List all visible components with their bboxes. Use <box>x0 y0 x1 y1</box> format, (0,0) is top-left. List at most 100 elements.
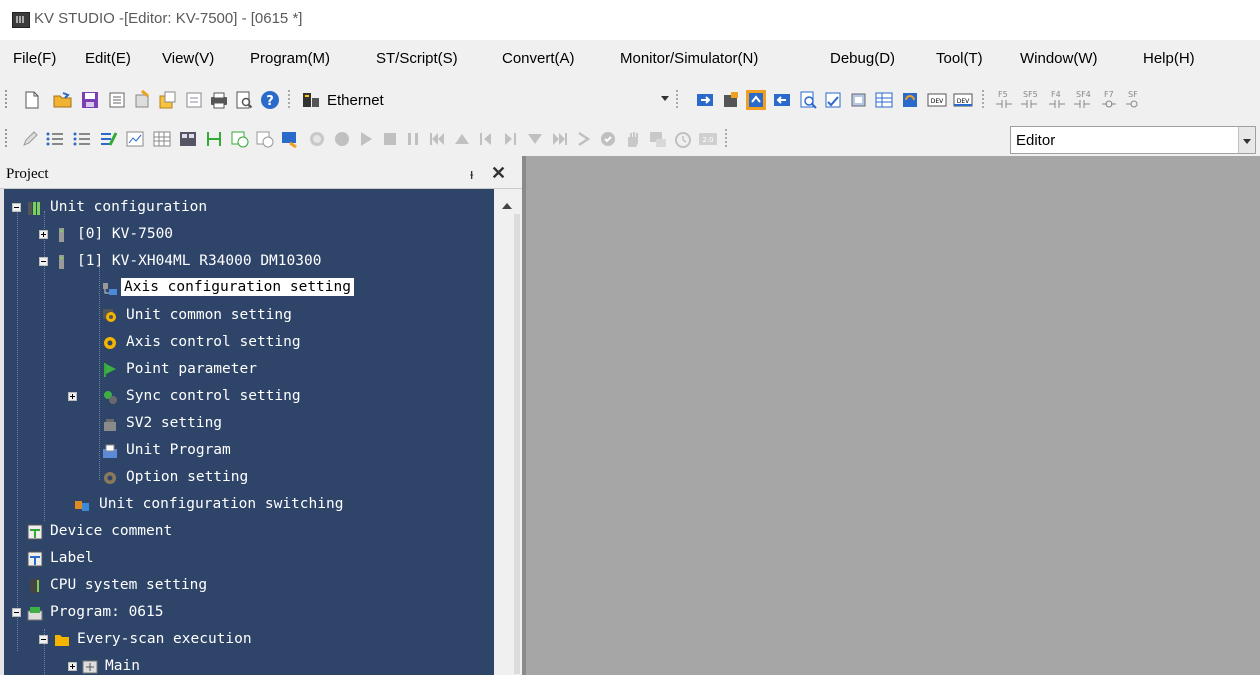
menu-tool[interactable]: Tool(T) <box>936 50 983 67</box>
memory-icon[interactable] <box>849 90 869 110</box>
chart-window-icon[interactable] <box>125 129 145 149</box>
dev-icon[interactable]: DEV <box>927 90 947 110</box>
fast-forward-icon[interactable] <box>550 129 570 149</box>
dev-monitor-icon[interactable]: DEV <box>953 90 973 110</box>
tree-item-point-parameter[interactable]: Point parameter <box>4 358 494 384</box>
mode-select[interactable]: Editor <box>1010 126 1256 154</box>
menu-file[interactable]: File(F) <box>13 50 56 67</box>
collapse-toggle[interactable] <box>12 203 21 212</box>
help-icon[interactable]: ? <box>260 90 280 110</box>
step-forward-icon[interactable] <box>500 129 520 149</box>
next-icon[interactable] <box>574 129 594 149</box>
transfer-icon[interactable] <box>695 90 715 110</box>
tree-item-device-comment[interactable]: Device comment <box>4 520 494 546</box>
tree-item-sv2-setting[interactable]: SV2 setting <box>4 412 494 438</box>
comment-edit-icon[interactable] <box>98 129 118 149</box>
toolbar-grip[interactable] <box>5 90 7 110</box>
step-up-icon[interactable] <box>452 129 472 149</box>
tree-item-cpu-system-setting[interactable]: CPU system setting <box>4 574 494 600</box>
register-icon[interactable] <box>823 90 843 110</box>
menu-edit[interactable]: Edit(E) <box>85 50 131 67</box>
stop-icon[interactable] <box>380 129 400 149</box>
save-all-icon[interactable] <box>107 90 127 110</box>
export-icon[interactable] <box>158 90 178 110</box>
scroll-up-icon[interactable] <box>502 203 512 209</box>
collapse-toggle[interactable] <box>39 257 48 266</box>
monitor-icon[interactable] <box>721 90 741 110</box>
pencil-icon[interactable] <box>20 129 40 149</box>
play-icon[interactable] <box>356 129 376 149</box>
pause-icon[interactable] <box>403 129 423 149</box>
step-back-icon[interactable] <box>476 129 496 149</box>
menu-st-script[interactable]: ST/Script(S) <box>376 50 458 67</box>
menu-convert[interactable]: Convert(A) <box>502 50 575 67</box>
tree-item-unit-0[interactable]: [0] KV-7500 <box>4 223 494 249</box>
tree-item-label[interactable]: Label <box>4 547 494 573</box>
tree-item-unit-configuration[interactable]: Unit configuration <box>4 196 494 222</box>
tree-item-sync-control-setting[interactable]: Sync control setting <box>4 385 494 411</box>
chevron-down-icon[interactable] <box>1238 127 1255 153</box>
collapse-toggle[interactable] <box>12 608 21 617</box>
pin-icon[interactable]: ᵼ <box>470 166 473 183</box>
function-key-buttons[interactable]: F5 SF5 F4 SF4 F7 SF <box>994 89 1260 111</box>
open-icon[interactable] <box>53 90 73 110</box>
tree-item-axis-control-setting[interactable]: Axis control setting <box>4 331 494 357</box>
menu-monitor-simulator[interactable]: Monitor/Simulator(N) <box>620 50 758 67</box>
breakpoint-icon[interactable] <box>598 129 618 149</box>
connection-dropdown-arrow[interactable] <box>661 96 669 101</box>
tree-item-program[interactable]: Program: 0615 <box>4 601 494 627</box>
simulator-icon[interactable] <box>746 90 766 110</box>
close-icon[interactable]: ✕ <box>491 163 506 184</box>
register-monitor-icon[interactable] <box>178 129 198 149</box>
hand-icon[interactable] <box>623 129 643 149</box>
list-outdent-icon[interactable] <box>72 129 92 149</box>
list-indent-icon[interactable] <box>45 129 65 149</box>
device-monitor-icon[interactable] <box>648 129 668 149</box>
print-icon[interactable] <box>209 90 229 110</box>
toolbar-grip[interactable] <box>5 129 7 149</box>
collapse-toggle[interactable] <box>39 635 48 644</box>
counter-icon[interactable] <box>255 129 275 149</box>
menu-window[interactable]: Window(W) <box>1020 50 1098 67</box>
sync-icon[interactable] <box>900 90 920 110</box>
scroll-thumb[interactable] <box>514 214 520 674</box>
save-icon[interactable] <box>80 90 100 110</box>
rewind-icon[interactable] <box>427 129 447 149</box>
tree-item-unit-program[interactable]: Unit Program <box>4 439 494 465</box>
check-icon[interactable] <box>184 90 204 110</box>
expand-toggle[interactable] <box>68 392 77 401</box>
online-edit-icon[interactable] <box>280 129 300 149</box>
menu-view[interactable]: View(V) <box>162 50 214 67</box>
print-preview-icon[interactable] <box>234 90 254 110</box>
new-icon[interactable] <box>22 90 42 110</box>
tree-item-option-setting[interactable]: Option setting <box>4 466 494 492</box>
scan-time-icon[interactable]: 2:0 <box>698 129 718 149</box>
verify-icon[interactable] <box>798 90 818 110</box>
step-down-icon[interactable] <box>525 129 545 149</box>
tree-item-unit-1[interactable]: [1] KV-XH04ML R34000 DM10300 <box>4 250 494 276</box>
tree-item-label: [1] KV-XH04ML R34000 DM10300 <box>77 253 322 269</box>
editor-area[interactable] <box>522 156 1260 675</box>
expand-toggle[interactable] <box>39 230 48 239</box>
expand-toggle[interactable] <box>68 662 77 671</box>
ladder-icon[interactable] <box>204 129 224 149</box>
timer-icon[interactable] <box>230 129 250 149</box>
tree-item-unit-common-setting[interactable]: Unit common setting <box>4 304 494 330</box>
tree-item-axis-configuration-setting[interactable]: Axis configuration setting <box>4 277 494 303</box>
tree-item-label: SV2 setting <box>126 415 223 431</box>
menu-debug[interactable]: Debug(D) <box>830 50 895 67</box>
menu-program[interactable]: Program(M) <box>250 50 330 67</box>
clock-icon[interactable] <box>673 129 693 149</box>
record-icon[interactable] <box>307 129 327 149</box>
menu-help[interactable]: Help(H) <box>1143 50 1195 67</box>
table-icon[interactable] <box>874 90 894 110</box>
tree-item-main[interactable]: Main <box>4 655 494 675</box>
read-icon[interactable] <box>772 90 792 110</box>
import-icon[interactable] <box>133 90 153 110</box>
grid-window-icon[interactable] <box>152 129 172 149</box>
tree-scrollbar[interactable] <box>494 189 522 675</box>
tree-item-label: Label <box>50 550 94 566</box>
tree-item-every-scan-execution[interactable]: Every-scan execution <box>4 628 494 654</box>
tree-item-unit-configuration-switching[interactable]: Unit configuration switching <box>4 493 494 519</box>
stop-record-icon[interactable] <box>332 129 352 149</box>
